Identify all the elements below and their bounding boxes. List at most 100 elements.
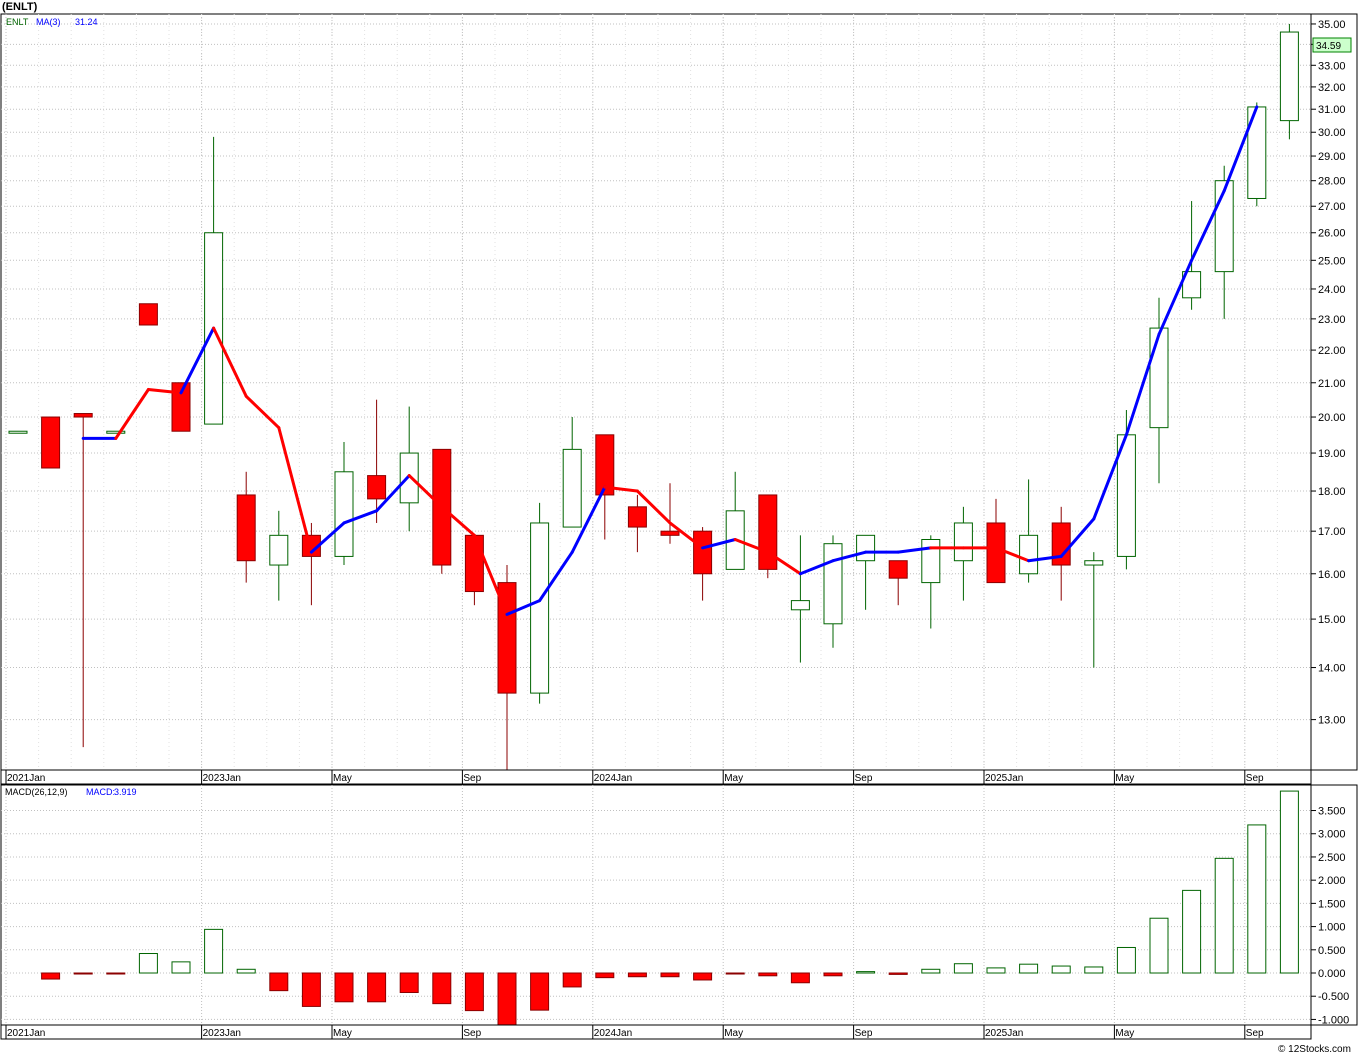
macd-y-tick-label: 0.500 bbox=[1318, 945, 1346, 957]
candle-body-down bbox=[73, 413, 93, 418]
price-y-tick-label: 29.00 bbox=[1318, 151, 1346, 163]
macd-bar-positive bbox=[856, 971, 876, 974]
price-y-tick-label: 22.00 bbox=[1318, 345, 1346, 357]
legend-symbol: ENLT bbox=[6, 17, 29, 27]
price-x-tick-label: Sep bbox=[463, 773, 481, 784]
candle-body-down bbox=[41, 416, 61, 469]
macd-bar-positive bbox=[1214, 857, 1234, 974]
macd-bar-negative bbox=[73, 972, 93, 975]
macd-bar-positive bbox=[236, 968, 256, 974]
macd-bar-positive bbox=[138, 953, 158, 974]
candle-body-up bbox=[334, 471, 354, 557]
legend-ma-value: 31.24 bbox=[75, 17, 98, 27]
candle-body-up bbox=[1214, 180, 1234, 273]
macd-bar-positive bbox=[986, 967, 1006, 974]
price-y-tick-label: 25.00 bbox=[1318, 255, 1346, 267]
macd-bar-negative bbox=[399, 972, 419, 994]
legend-ma-label: MA(3) bbox=[36, 17, 61, 27]
macd-bar-negative bbox=[660, 972, 680, 978]
price-x-tick-label: 2024Jan bbox=[594, 773, 632, 784]
macd-bar-positive bbox=[1182, 889, 1202, 974]
candle-body-up bbox=[1149, 327, 1169, 429]
macd-bar-negative bbox=[106, 972, 126, 975]
price-y-tick-label: 14.00 bbox=[1318, 663, 1346, 675]
macd-bar-negative bbox=[562, 972, 582, 988]
candle-body-down bbox=[138, 303, 158, 326]
last-price-label: 34.59 bbox=[1316, 41, 1341, 52]
candle-body-down bbox=[367, 475, 387, 500]
price-x-tick-label: May bbox=[333, 773, 352, 784]
price-y-tick-label: 15.00 bbox=[1318, 614, 1346, 626]
price-x-tick-label: May bbox=[724, 773, 743, 784]
macd-bar-positive bbox=[953, 963, 973, 974]
price-y-tick-label: 27.00 bbox=[1318, 201, 1346, 213]
macd-bar-negative bbox=[497, 972, 517, 1027]
candle-body-up bbox=[790, 600, 810, 611]
macd-x-tick-label: 2021Jan bbox=[7, 1028, 45, 1039]
macd-bar-negative bbox=[888, 972, 908, 975]
candle-body-down bbox=[986, 522, 1006, 584]
macd-y-tick-label: 2.000 bbox=[1318, 875, 1346, 887]
macd-bar-positive bbox=[204, 928, 224, 974]
macd-legend-label: MACD: bbox=[86, 787, 115, 797]
candle bbox=[1247, 102, 1267, 207]
price-x-tick-label: Sep bbox=[855, 773, 873, 784]
macd-y-tick-label: 1.500 bbox=[1318, 898, 1346, 910]
candle-body-up bbox=[823, 543, 843, 625]
candle-body-down bbox=[693, 530, 713, 575]
price-x-tick-label: 2023Jan bbox=[203, 773, 241, 784]
candle-body-down bbox=[236, 494, 256, 562]
price-y-tick-label: 19.00 bbox=[1318, 448, 1346, 460]
candle bbox=[41, 416, 61, 469]
candle-body-up bbox=[8, 430, 28, 434]
price-y-tick-label: 23.00 bbox=[1318, 314, 1346, 326]
candle bbox=[758, 494, 778, 579]
price-y-tick-label: 33.00 bbox=[1318, 60, 1346, 72]
macd-y-tick-label: -0.500 bbox=[1318, 991, 1349, 1003]
price-x-tick-label: 2025Jan bbox=[985, 773, 1023, 784]
candle-body-down bbox=[464, 534, 484, 593]
macd-bar-negative bbox=[530, 972, 550, 1011]
macd-bar-positive bbox=[921, 968, 941, 974]
macd-bar-positive bbox=[1019, 963, 1039, 974]
macd-bar-negative bbox=[790, 972, 810, 984]
macd-bar-positive bbox=[1279, 790, 1299, 974]
candle-body-up bbox=[269, 534, 289, 566]
candle-body-up bbox=[399, 452, 419, 504]
macd-bar-negative bbox=[301, 972, 321, 1007]
macd-x-tick-label: Sep bbox=[855, 1028, 873, 1039]
macd-bar-negative bbox=[334, 972, 354, 1003]
macd-x-tick-label: Sep bbox=[1246, 1028, 1264, 1039]
macd-x-tick-label: 2024Jan bbox=[594, 1028, 632, 1039]
price-x-tick-label: 2021Jan bbox=[7, 773, 45, 784]
macd-x-tick-label: May bbox=[333, 1028, 352, 1039]
macd-bar-positive bbox=[1084, 966, 1104, 974]
price-y-tick-label: 30.00 bbox=[1318, 127, 1346, 139]
macd-bar-positive bbox=[171, 961, 191, 974]
macd-bar-negative bbox=[41, 972, 61, 980]
macd-y-tick-label: 2.500 bbox=[1318, 852, 1346, 864]
macd-panel: -1.000 -0.500 0.000 0.500 1.000 1.500 2.000 2.5… bbox=[0, 784, 1358, 1040]
price-y-tick-label: 31.00 bbox=[1318, 104, 1346, 116]
macd-x-tick-label: Sep bbox=[463, 1028, 481, 1039]
candle-body-up bbox=[562, 448, 582, 528]
price-x-tick-label: Sep bbox=[1246, 773, 1264, 784]
price-y-tick-label: 16.00 bbox=[1318, 569, 1346, 581]
price-y-tick-label: 35.00 bbox=[1318, 19, 1346, 31]
macd-bar-positive bbox=[1116, 946, 1136, 974]
macd-x-tick-label: May bbox=[724, 1028, 743, 1039]
price-y-tick-label: 13.00 bbox=[1318, 715, 1346, 727]
candle-body-down bbox=[888, 560, 908, 579]
macd-legend-indicator: MACD(26,12,9) bbox=[5, 787, 68, 797]
macd-legend-value: 3.919 bbox=[114, 787, 137, 797]
macd-bar-negative bbox=[823, 972, 843, 977]
candle-body-up bbox=[856, 534, 876, 562]
macd-y-tick-label: -1.000 bbox=[1318, 1014, 1349, 1026]
candle-body-up bbox=[921, 538, 941, 584]
ticker-title: (ENLT) bbox=[2, 1, 38, 13]
macd-y-tick-label: 3.500 bbox=[1318, 806, 1346, 818]
macd-bar-negative bbox=[758, 972, 778, 977]
candle bbox=[138, 303, 158, 326]
macd-bar-negative bbox=[693, 972, 713, 981]
macd-y-tick-label: 3.000 bbox=[1318, 829, 1346, 841]
